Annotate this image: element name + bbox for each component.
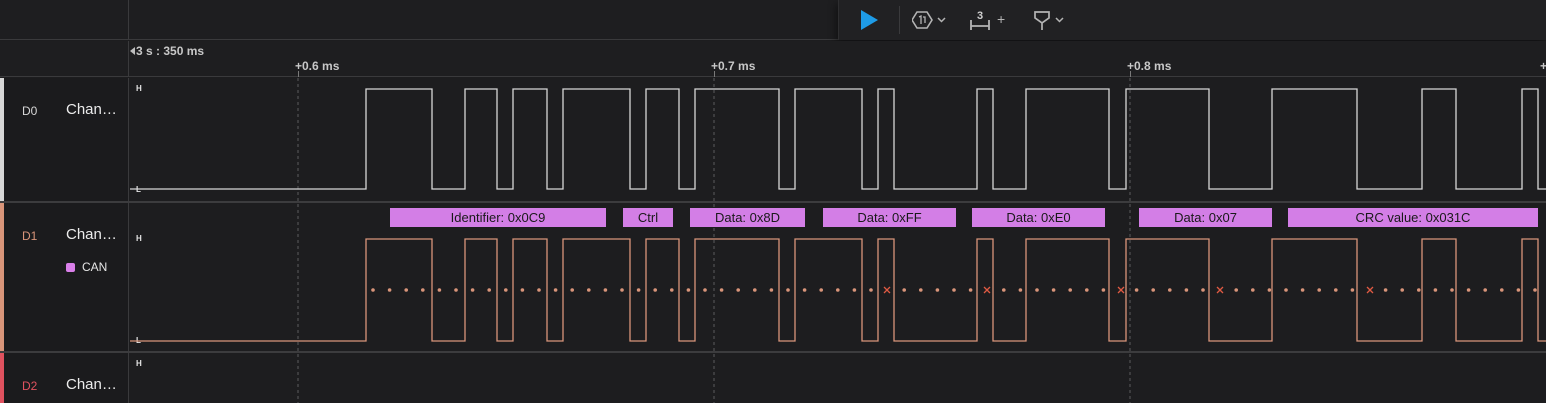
bit-sample-dot	[1068, 288, 1072, 292]
stuff-bit-marker	[1366, 286, 1374, 294]
bit-sample-dot	[1284, 288, 1288, 292]
bit-sample-dot	[636, 288, 641, 292]
stuff-bit-marker	[1216, 286, 1224, 294]
bit-sample-dot	[1168, 288, 1172, 292]
bit-sample-dot	[1466, 288, 1471, 292]
bit-sample-dot	[802, 288, 807, 292]
bit-sample-dot	[1035, 288, 1039, 292]
can-frame-bubble[interactable]: Data: 0x07	[1139, 208, 1272, 227]
bit-sample-dot	[404, 288, 409, 292]
bit-sample-dot	[1450, 288, 1454, 292]
bit-sample-dot	[1184, 288, 1189, 292]
bit-sample-dot	[1002, 288, 1006, 292]
bit-sample-dot	[1085, 288, 1089, 292]
bit-sample-dot	[719, 288, 724, 292]
bit-sample-dot	[504, 288, 508, 292]
bit-sample-dot	[454, 288, 458, 292]
bit-sample-dot	[1417, 288, 1421, 292]
bit-sample-dot	[570, 288, 574, 292]
bit-sample-dot	[1483, 288, 1487, 292]
can-frame-bubble[interactable]: Data: 0x8D	[690, 208, 805, 227]
bit-sample-dot	[786, 288, 790, 292]
bit-sample-dot	[1516, 288, 1521, 292]
bit-sample-dot	[736, 288, 740, 292]
bit-sample-dot	[437, 288, 442, 292]
can-frame-label: Data: 0xFF	[857, 210, 921, 225]
can-frame-label: CRC value: 0x031C	[1356, 210, 1471, 225]
stuff-bit-marker	[983, 286, 991, 294]
bit-sample-dot	[753, 288, 757, 292]
bit-sample-dot	[1300, 288, 1305, 292]
bit-sample-dot	[1350, 288, 1355, 292]
bit-sample-dot	[819, 288, 823, 292]
stuff-bit-marker	[883, 286, 891, 294]
channel-trace	[130, 88, 1546, 190]
bit-sample-dot	[769, 288, 774, 292]
can-frame-bubble[interactable]: CRC value: 0x031C	[1288, 208, 1538, 227]
bit-sample-dot	[1383, 288, 1388, 292]
can-frame-bubble[interactable]: Ctrl	[623, 208, 673, 227]
bit-sample-dot	[952, 288, 956, 292]
bit-sample-dot	[1267, 288, 1272, 292]
bit-sample-dot	[1251, 288, 1255, 292]
can-frame-label: Identifier: 0x0C9	[451, 210, 546, 225]
bit-sample-dot	[587, 288, 591, 292]
bit-sample-dot	[919, 288, 923, 292]
bit-sample-dot	[1533, 288, 1537, 292]
bit-sample-dot	[537, 288, 541, 292]
bit-sample-dot	[371, 288, 375, 292]
bit-sample-dot	[968, 288, 973, 292]
bit-sample-dot	[1151, 288, 1155, 292]
bit-sample-dot	[902, 288, 906, 292]
bit-sample-dot	[387, 288, 392, 292]
waveform-area[interactable]: Identifier: 0x0C9 Ctrl Data: 0x8D Data: 0xF…	[0, 0, 1546, 403]
bit-sample-dot	[1334, 288, 1338, 292]
bit-sample-dot	[520, 288, 525, 292]
can-frame-label: Ctrl	[638, 210, 658, 225]
bit-sample-dot	[703, 288, 707, 292]
bit-sample-dot	[686, 288, 691, 292]
bit-sample-dot	[1201, 288, 1205, 292]
bit-sample-dot	[1134, 288, 1139, 292]
stuff-bit-marker	[1117, 286, 1125, 294]
bit-sample-dot	[670, 288, 674, 292]
bit-sample-dot	[869, 288, 873, 292]
bit-sample-dot	[421, 288, 425, 292]
bit-sample-dot	[470, 288, 475, 292]
can-frame-bubble[interactable]: Identifier: 0x0C9	[390, 208, 606, 227]
bit-sample-dot	[620, 288, 624, 292]
bit-sample-dot	[653, 288, 657, 292]
bit-sample-dot	[603, 288, 608, 292]
bit-sample-dot	[852, 288, 857, 292]
bit-sample-dot	[836, 288, 840, 292]
bit-sample-dot	[553, 288, 558, 292]
can-frame-bubble[interactable]: Data: 0xE0	[972, 208, 1105, 227]
bit-sample-dot	[487, 288, 492, 292]
bit-sample-dot	[935, 288, 940, 292]
bit-sample-dot	[1400, 288, 1404, 292]
can-frame-label: Data: 0xE0	[1006, 210, 1070, 225]
bit-sample-dot	[1317, 288, 1321, 292]
bit-sample-dot	[1101, 288, 1106, 292]
can-frame-label: Data: 0x8D	[715, 210, 780, 225]
bit-sample-dot	[1051, 288, 1056, 292]
can-frame-bubble[interactable]: Data: 0xFF	[823, 208, 956, 227]
bit-sample-dot	[1433, 288, 1438, 292]
can-frame-label: Data: 0x07	[1174, 210, 1237, 225]
bit-sample-dot	[1018, 288, 1023, 292]
bit-sample-dot	[1500, 288, 1504, 292]
bit-sample-dot	[1234, 288, 1238, 292]
